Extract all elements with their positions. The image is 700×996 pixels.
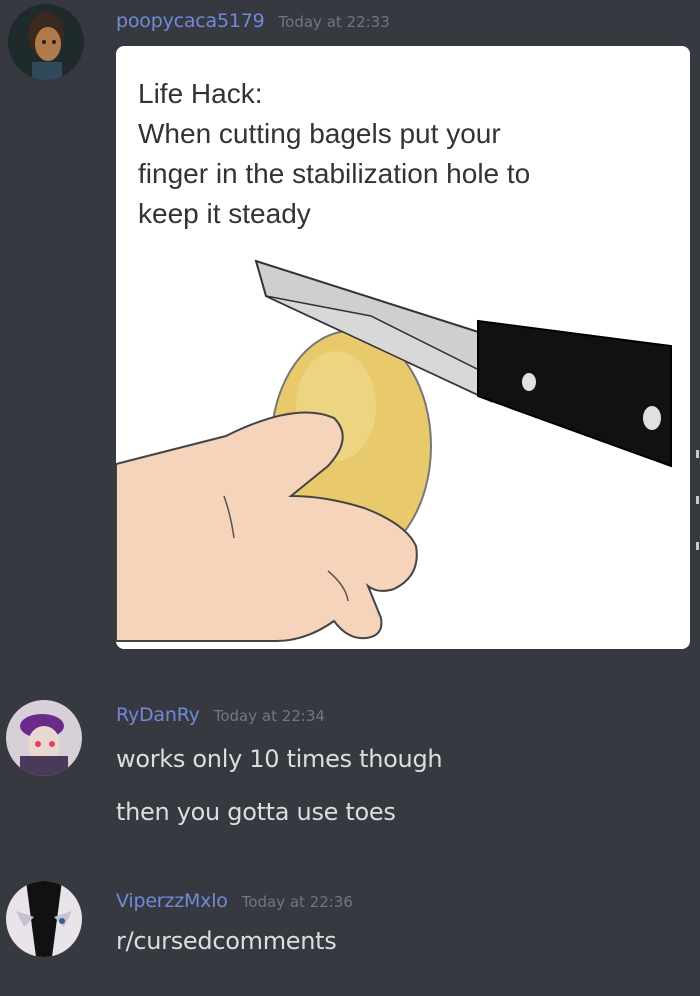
message-text: r/cursedcomments [116,927,337,955]
scrollbar[interactable] [696,450,700,588]
scrollbar-mark [696,450,699,458]
timestamp: Today at 22:33 [278,13,390,31]
message-text: then you gotta use toes [116,798,396,826]
message-header: ViperzzMxlo Today at 22:36 [116,890,353,912]
scrollbar-mark [696,496,699,504]
message-header: RyDanRy Today at 22:34 [116,704,325,726]
user-avatar-icon [6,700,82,776]
username[interactable]: poopycaca5179 [116,10,265,32]
user-avatar-icon [6,881,82,957]
timestamp: Today at 22:34 [213,707,325,725]
image-attachment[interactable]: Life Hack: When cutting bagels put your … [116,46,690,649]
bagel-knife-illustration [116,259,672,642]
avatar[interactable] [6,881,82,957]
avatar[interactable] [6,700,82,776]
scrollbar-mark [696,542,699,550]
avatar[interactable] [8,4,84,80]
user-avatar-icon [8,4,84,80]
message-text: works only 10 times though [116,745,443,773]
timestamp: Today at 22:36 [241,893,353,911]
message-header: poopycaca5179 Today at 22:33 [116,10,390,32]
username[interactable]: RyDanRy [116,704,200,726]
username[interactable]: ViperzzMxlo [116,890,228,912]
